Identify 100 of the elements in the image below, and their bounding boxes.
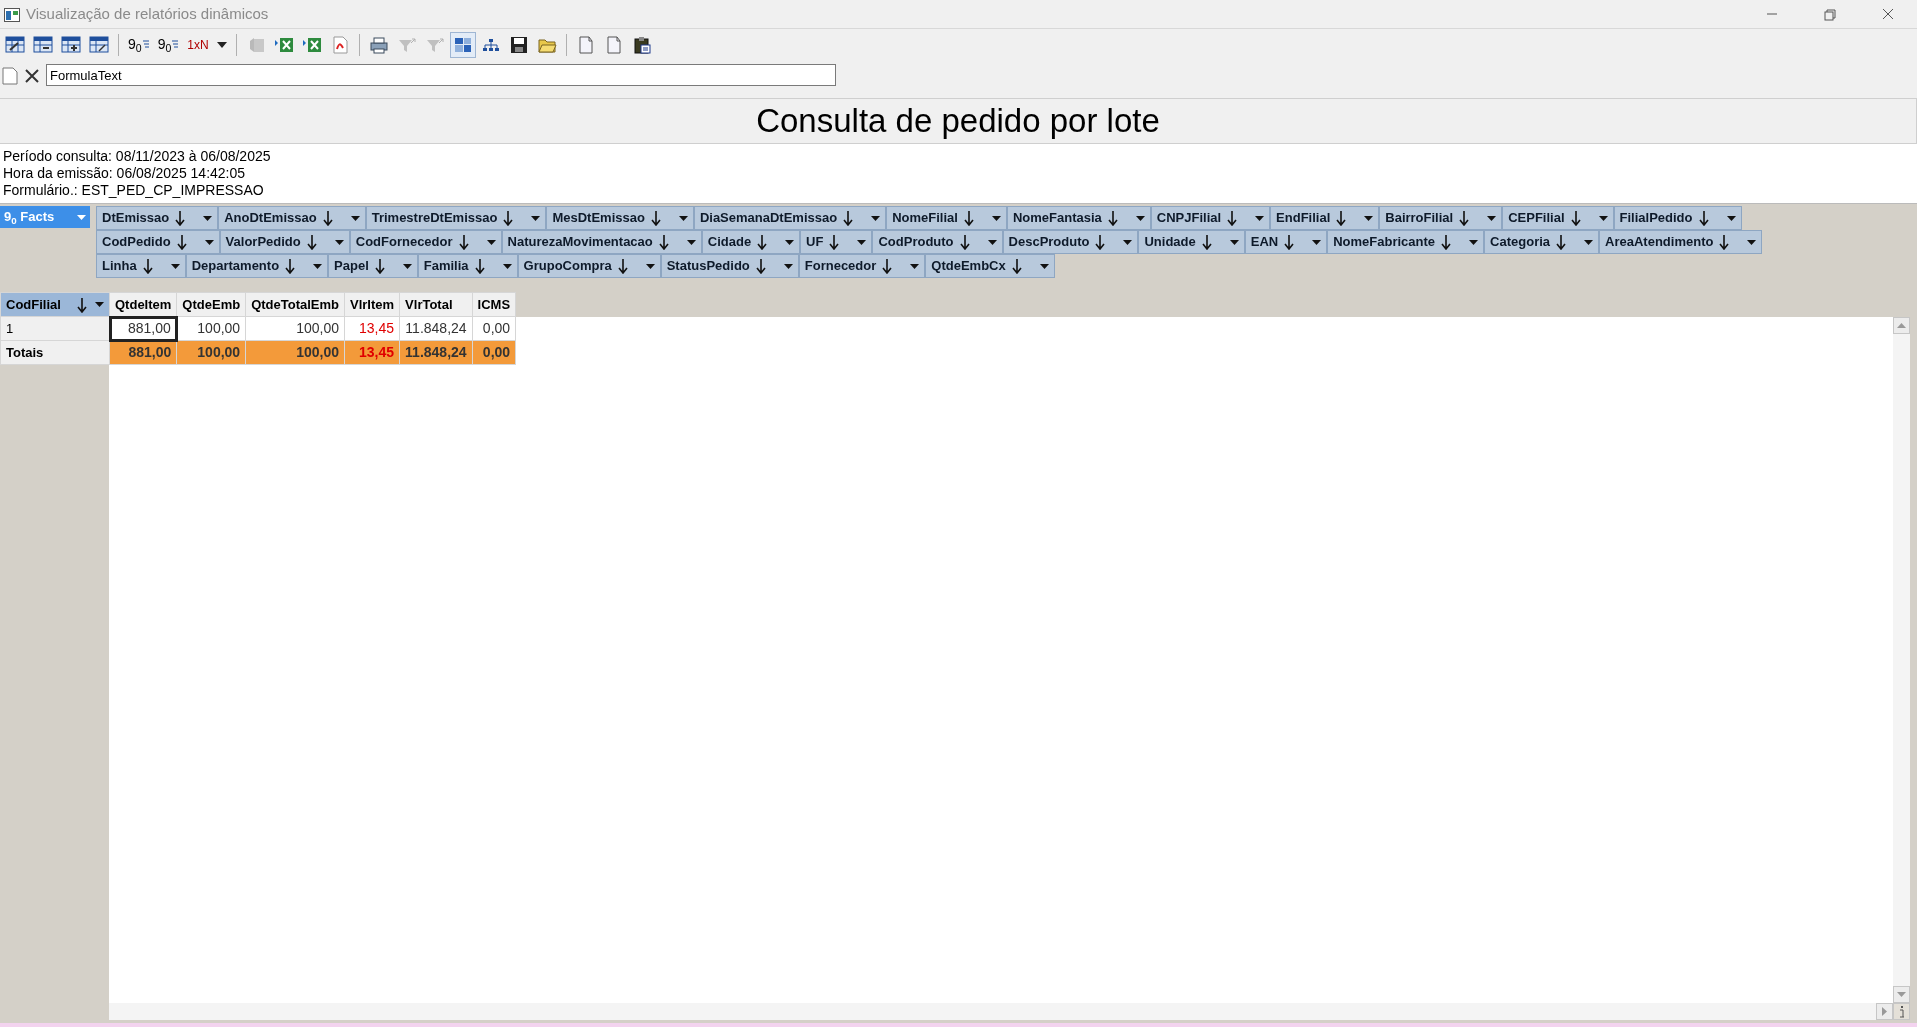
row-field-header[interactable]: CodFilial — [0, 292, 110, 317]
close-icon — [24, 67, 40, 84]
caret-icon — [1229, 239, 1239, 245]
report-info-line: Período consulta: 08/11/2023 à 06/08/2025 — [3, 148, 272, 165]
caret-icon — [531, 215, 541, 221]
caret-icon — [1726, 215, 1736, 221]
sort-arrow-icon — [1698, 210, 1709, 226]
caret-icon — [77, 214, 86, 220]
toolbar-button[interactable]: 9$_{0}$ — [154, 31, 183, 58]
field-chip[interactable]: DtEmissao — [96, 206, 219, 230]
caret-icon — [203, 215, 213, 221]
field-chip[interactable]: MesDtEmissao — [546, 206, 694, 230]
sort-arrow-icon — [1107, 210, 1118, 226]
caret-icon — [1364, 215, 1374, 221]
sort-arrow-icon — [77, 296, 87, 313]
sort-arrow-icon — [142, 258, 153, 274]
field-chip[interactable]: Categoria — [1484, 230, 1600, 254]
field-chip[interactable]: GrupoCompra — [517, 254, 661, 278]
field-chip[interactable]: DiaSemanaDtEmissao — [693, 206, 887, 230]
caret-icon — [1469, 239, 1479, 245]
field-chip[interactable]: AnoDtEmissao — [218, 206, 366, 230]
sort-arrow-icon — [843, 210, 854, 226]
new-document-icon — [2, 66, 18, 85]
caret-icon — [334, 239, 344, 245]
field-chip[interactable]: CodProduto — [872, 230, 1003, 254]
field-chip[interactable]: QtdeEmbCx — [925, 254, 1055, 278]
field-chip[interactable]: Cidade — [701, 230, 801, 254]
field-chip[interactable]: DescProduto — [1002, 230, 1139, 254]
column-header[interactable]: QtdeEmb — [176, 292, 246, 317]
window-title: Visualização de relatórios dinâmicos — [26, 3, 269, 24]
column-header[interactable]: QtdeItem — [109, 292, 177, 317]
caret-icon — [170, 263, 180, 269]
column-header[interactable]: VlrTotal — [399, 292, 473, 317]
caret-icon — [1123, 239, 1133, 245]
table-icon — [61, 34, 81, 55]
down-arrow-icon — [1897, 992, 1906, 997]
field-chip[interactable]: EAN — [1244, 230, 1328, 254]
caret-icon — [402, 263, 412, 269]
table-cell[interactable]: 100,00 — [245, 340, 345, 365]
field-chip[interactable]: Papel — [328, 254, 418, 278]
caret-icon — [350, 215, 360, 221]
caret-icon — [1584, 239, 1594, 245]
report-info-line: Hora da emissão: 06/08/2025 14:42:05 — [3, 165, 247, 182]
table-cell[interactable]: 881,00 — [109, 316, 177, 341]
close-icon — [1880, 7, 1896, 21]
sort-arrow-icon — [1336, 210, 1347, 226]
column-header[interactable]: VlrItem — [344, 292, 400, 317]
formula-field[interactable]: FormulaText — [46, 64, 836, 86]
sort-arrow-icon — [175, 210, 186, 226]
info-icon — [1898, 1005, 1905, 1018]
field-chip[interactable]: Departamento — [185, 254, 329, 278]
field-chip[interactable]: TrimestreDtEmissao — [365, 206, 547, 230]
sort-arrow-icon — [176, 234, 187, 250]
row-header: Totais — [0, 340, 110, 365]
horizontal-scrollbar[interactable] — [109, 1003, 1893, 1020]
vertical-scrollbar[interactable] — [1893, 317, 1910, 1003]
sort-arrow-icon — [617, 258, 628, 274]
toolbar-button[interactable]: 9$_{0}$ — [125, 31, 153, 58]
sort-arrow-icon — [1011, 258, 1022, 274]
field-chip[interactable]: StatusPedido — [660, 254, 799, 278]
field-chip[interactable]: NomeFilial — [886, 206, 1007, 230]
column-header[interactable]: QtdeTotalEmb — [245, 292, 345, 317]
sort-arrow-icon — [1719, 234, 1730, 250]
sort-arrow-icon — [757, 234, 768, 250]
sort-arrow-icon — [959, 234, 970, 250]
caret-icon — [1747, 239, 1757, 245]
field-chip[interactable]: Fornecedor — [798, 254, 926, 278]
toolbar-dropdown[interactable]: 1xN — [184, 31, 230, 58]
field-chip[interactable]: AreaAtendimento — [1599, 230, 1763, 254]
field-chip[interactable]: UF — [800, 230, 873, 254]
field-chip[interactable]: BairroFilial — [1379, 206, 1503, 230]
field-chip[interactable]: EndFilial — [1270, 206, 1380, 230]
field-chip[interactable]: NomeFabricante — [1327, 230, 1485, 254]
info-button[interactable] — [1893, 1003, 1910, 1020]
caret-icon — [991, 215, 1001, 221]
restore-icon — [1822, 7, 1838, 21]
row-header: 1 — [0, 316, 110, 341]
field-chip[interactable]: ValorPedido — [219, 230, 350, 254]
field-chip[interactable]: NomeFantasia — [1006, 206, 1151, 230]
sort-arrow-icon — [658, 234, 669, 250]
printer-icon — [368, 34, 389, 55]
report-info-line: Formulário.: EST_PED_CP_IMPRESSAO — [3, 182, 265, 199]
caret-icon — [785, 239, 795, 245]
up-arrow-icon — [1897, 323, 1906, 328]
clipboard-icon — [631, 34, 652, 55]
field-chip[interactable]: Familia — [417, 254, 518, 278]
caret-icon — [678, 215, 688, 221]
field-chip[interactable]: CEPFilial — [1502, 206, 1614, 230]
sort-arrow-icon — [503, 210, 514, 226]
field-chip[interactable]: NaturezaMovimentacao — [501, 230, 702, 254]
table-cell[interactable]: 100,00 — [245, 316, 345, 341]
field-chip[interactable]: CNPJFilial — [1150, 206, 1271, 230]
caret-icon — [783, 263, 793, 269]
sort-arrow-icon — [474, 258, 485, 274]
field-chip[interactable]: FilialPedido — [1613, 206, 1742, 230]
column-header[interactable]: ICMS — [472, 292, 516, 317]
field-chip[interactable]: Linha — [96, 254, 186, 278]
field-chip[interactable]: Unidade — [1138, 230, 1245, 254]
field-chip[interactable]: CodFornecedor — [349, 230, 502, 254]
field-chip[interactable]: CodPedido — [96, 230, 220, 254]
